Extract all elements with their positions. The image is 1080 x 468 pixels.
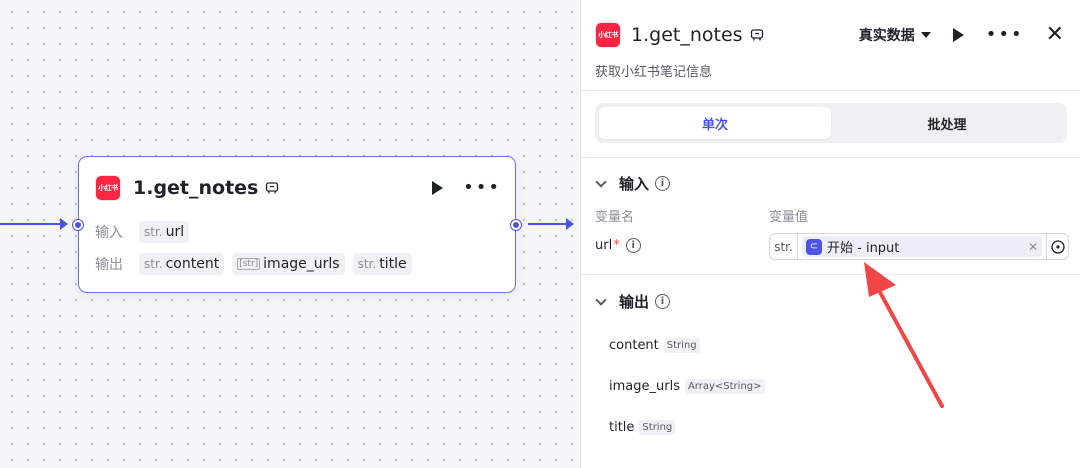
get-notes-node[interactable]: 小红书 1.get_notes ••• 输入 str. url 输出 str. … [73,156,521,293]
info-icon[interactable]: i [655,294,671,309]
output-type-badge: String [663,338,700,353]
output-field-content: content String [609,338,700,353]
chip-type: str. [144,257,163,271]
node-inputs-row: 输入 str. url [95,221,191,243]
output-chip-image-urls: [str] image_urls [232,253,345,275]
divider [581,157,1080,158]
column-variable-name: 变量名 [595,210,635,225]
output-field-name: content [609,338,659,353]
outgoing-arrow-head [566,218,574,230]
input-chip-url: str. url [139,221,190,243]
variable-type-label: str. [770,234,798,259]
chip-type: str. [144,225,163,239]
output-field-image-urls: image_urls Array<String> [609,379,765,394]
node-settings-panel: 小红书 1.get_notes 真实数据 ••• ✕ 获取小红书笔记信息 单次 … [580,0,1080,468]
clear-icon[interactable]: ✕ [1028,240,1038,254]
plugin-icon [750,28,764,42]
run-node-icon[interactable] [432,181,444,195]
input-section-title: 输入 [619,175,650,193]
chip-name: content [165,256,220,272]
variable-picker-icon[interactable] [1046,234,1068,259]
divider [581,90,1080,91]
node-outputs-row: 输出 str. content [str] image_urls str. ti… [95,253,414,275]
panel-description: 获取小红书笔记信息 [595,65,713,80]
panel-header: 小红书 1.get_notes 真实数据 ••• ✕ [595,20,1064,50]
caret-down-icon [920,32,931,38]
info-icon[interactable]: i [625,238,641,253]
run-mode-tabs: 单次 批处理 [595,103,1067,143]
chevron-down-icon[interactable] [595,293,607,306]
data-mode-label: 真实数据 [858,28,915,44]
outgoing-edge [528,223,568,225]
output-field-name: image_urls [609,379,680,394]
variable-reference-tag[interactable]: ⊂ 开始 - input ✕ [802,236,1042,257]
input-port[interactable] [73,220,83,230]
info-icon[interactable]: i [655,176,671,191]
output-type-badge: Array<String> [684,379,765,394]
column-variable-value: 变量值 [769,210,809,225]
output-section-header[interactable]: 输出 i [595,291,671,312]
output-field-name: title [609,420,635,435]
param-url-label: url * i [595,238,641,253]
more-options-icon[interactable]: ••• [463,179,501,197]
node-header: 小红书 1.get_notes ••• [95,174,501,202]
plugin-icon [265,181,279,195]
chip-name: title [379,256,407,272]
output-chip-title: str. title [352,253,412,275]
variable-reference-text: 开始 - input [827,241,900,256]
divider [581,274,1080,275]
chevron-down-icon[interactable] [595,175,607,188]
start-node-icon: ⊂ [806,238,822,255]
tab-batch[interactable]: 批处理 [831,107,1063,139]
output-field-title: title String [609,420,676,435]
chip-name: image_urls [263,256,340,272]
run-icon[interactable] [952,28,964,42]
output-type-badge: String [639,420,676,435]
incoming-edge [0,223,62,225]
outputs-label: 输出 [95,257,123,273]
xiaohongshu-logo-icon: 小红书 [95,175,121,201]
close-icon[interactable]: ✕ [1046,24,1064,46]
xiaohongshu-logo-icon: 小红书 [595,22,621,48]
node-title: 1.get_notes [133,177,259,199]
chip-name: url [165,224,185,240]
incoming-arrow-head [60,218,68,230]
data-mode-select[interactable]: 真实数据 [859,25,931,45]
chip-type: [str] [237,258,261,270]
panel-title: 1.get_notes [631,24,743,46]
inputs-label: 输入 [95,225,123,241]
more-options-icon[interactable]: ••• [986,26,1024,44]
output-port[interactable] [511,220,521,230]
tab-single[interactable]: 单次 [599,107,831,139]
required-mark: * [613,238,620,253]
url-variable-input[interactable]: str. ⊂ 开始 - input ✕ [769,233,1069,260]
output-section-title: 输出 [619,293,650,311]
param-name: url [595,238,613,253]
input-section-header[interactable]: 输入 i [595,173,671,194]
chip-type: str. [357,257,377,271]
output-chip-content: str. content [139,253,225,275]
